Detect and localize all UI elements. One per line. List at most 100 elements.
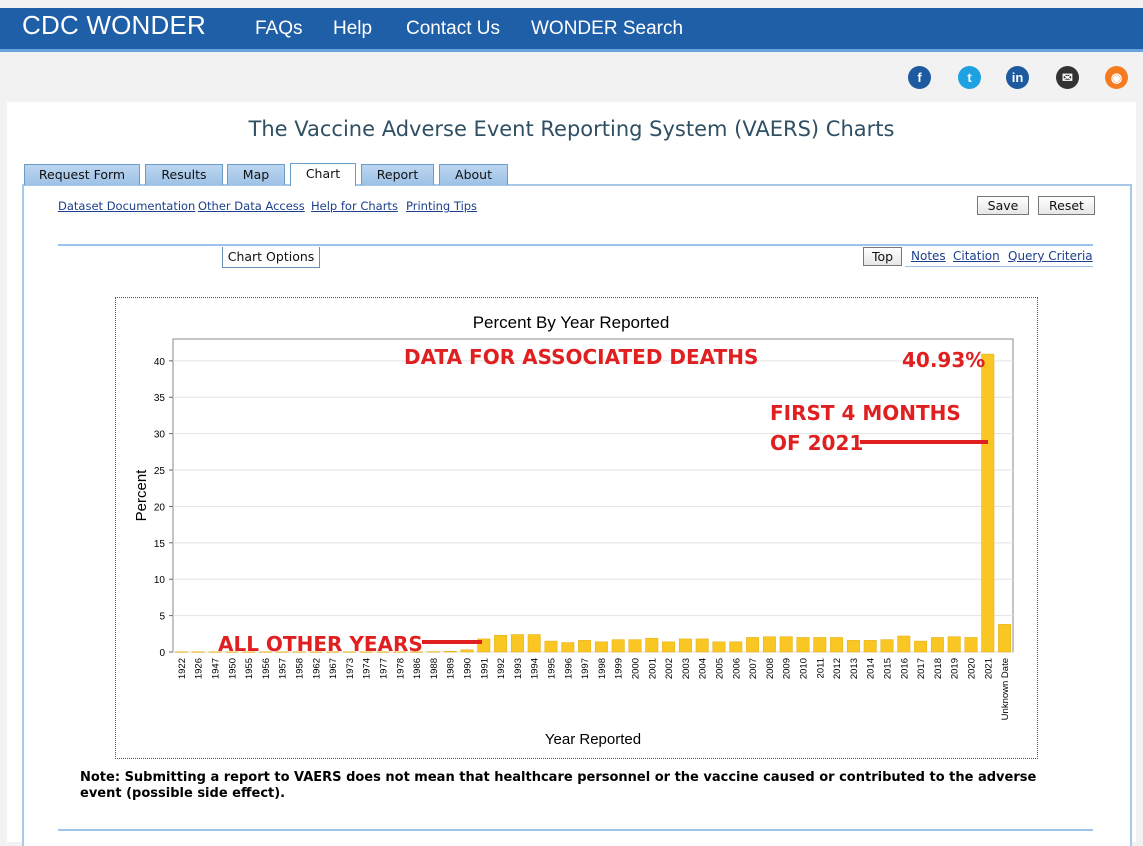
- bar: [174, 651, 188, 653]
- link-notes[interactable]: Notes: [911, 249, 946, 263]
- link-printing-tips[interactable]: Printing Tips: [406, 199, 477, 213]
- bar: [460, 649, 474, 653]
- tab-chart[interactable]: Chart: [290, 163, 356, 186]
- y-tick-label: 15: [154, 539, 166, 550]
- x-tick-label: 2001: [647, 658, 658, 679]
- x-tick-label: 1990: [463, 658, 474, 679]
- cdc-wonder-logo[interactable]: CDC WONDER: [22, 10, 206, 41]
- annotation-of-2021: OF 2021: [770, 431, 863, 455]
- x-tick-label: 2016: [899, 658, 910, 679]
- bar: [561, 642, 575, 653]
- x-tick-label: 1974: [362, 658, 373, 679]
- y-tick-label: 0: [159, 648, 165, 659]
- chart-container: Percent By Year Reported 0 5 10 15 20 25 30 35 40…: [115, 297, 1038, 759]
- link-query-criteria[interactable]: Query Criteria: [1008, 249, 1093, 263]
- annotation-all-other-years: ALL OTHER YEARS: [218, 632, 423, 656]
- annotation-2021-value: 40.93%: [902, 348, 985, 372]
- bar: [191, 651, 205, 653]
- x-tick-label: 1977: [379, 658, 390, 679]
- linkedin-icon[interactable]: in: [1006, 66, 1029, 89]
- y-tick-label: 35: [154, 393, 166, 404]
- bar: [510, 634, 524, 653]
- y-tick-label: 25: [154, 466, 166, 477]
- reset-button[interactable]: Reset: [1038, 196, 1095, 215]
- x-tick-label: 2014: [866, 658, 877, 679]
- x-tick-label: 1926: [194, 658, 205, 679]
- x-tick-label: 2004: [698, 658, 709, 679]
- x-tick-label: 1989: [446, 658, 457, 679]
- tab-report[interactable]: Report: [361, 164, 434, 185]
- x-tick-label: 1986: [412, 658, 423, 679]
- y-tick-label: 20: [154, 502, 166, 513]
- disclaimer-note: Note: Submitting a report to VAERS does …: [80, 770, 1037, 801]
- bar: [897, 635, 911, 653]
- x-tick-label: 2007: [748, 658, 759, 679]
- bar: [578, 640, 592, 653]
- bar: [611, 639, 625, 653]
- chart-options-button[interactable]: Chart Options: [222, 247, 320, 268]
- nav-contact-us[interactable]: Contact Us: [406, 18, 500, 40]
- bar: [494, 635, 508, 653]
- facebook-icon[interactable]: f: [908, 66, 931, 89]
- tab-request-form[interactable]: Request Form: [24, 164, 140, 185]
- tab-about[interactable]: About: [439, 164, 508, 185]
- bar: [813, 637, 827, 653]
- x-tick-label: 2002: [664, 658, 675, 679]
- tab-results[interactable]: Results: [145, 164, 223, 185]
- link-help-for-charts[interactable]: Help for Charts: [311, 199, 398, 213]
- link-other-data-access[interactable]: Other Data Access: [198, 199, 305, 213]
- nav-help[interactable]: Help: [333, 18, 372, 40]
- link-citation[interactable]: Citation: [953, 249, 1000, 263]
- x-tick-label: 2008: [765, 658, 776, 679]
- x-tick-label: 1957: [278, 658, 289, 679]
- x-tick-label: 2000: [631, 658, 642, 679]
- x-tick-label: 1995: [547, 658, 558, 679]
- bar: [762, 636, 776, 653]
- bar: [678, 638, 692, 653]
- bar: [527, 634, 541, 653]
- plot-area: [172, 338, 1014, 653]
- x-tick-label: 1994: [530, 658, 541, 679]
- nav-faqs[interactable]: FAQs: [255, 18, 303, 40]
- rss-icon[interactable]: ◉: [1105, 66, 1128, 89]
- x-tick-label: 1967: [328, 658, 339, 679]
- email-icon[interactable]: ✉: [1056, 66, 1079, 89]
- bar: [846, 640, 860, 653]
- y-tick-label: 40: [154, 357, 166, 368]
- x-tick-label: 1950: [227, 658, 238, 679]
- x-tick-label: 2011: [815, 658, 826, 678]
- tab-map[interactable]: Map: [227, 164, 285, 185]
- top-button[interactable]: Top: [863, 247, 902, 266]
- x-tick-label: 1991: [479, 658, 490, 679]
- bar: [880, 639, 894, 653]
- save-button[interactable]: Save: [977, 196, 1029, 215]
- bar: [830, 637, 844, 653]
- bar: [947, 636, 961, 653]
- x-tick-label: 2005: [715, 658, 726, 679]
- bar: [695, 638, 709, 653]
- x-tick-label: 1958: [295, 658, 306, 679]
- bar: [930, 637, 944, 653]
- bar: [544, 640, 558, 653]
- twitter-icon[interactable]: t: [958, 66, 981, 89]
- bar: [628, 639, 642, 653]
- nav-wonder-search[interactable]: WONDER Search: [531, 18, 683, 40]
- x-tick-label: 2003: [681, 658, 692, 679]
- chart-svg: Percent By Year Reported 0 5 10 15 20 25 30 35 40…: [133, 313, 1014, 748]
- x-tick-label: 1993: [513, 658, 524, 679]
- bar: [914, 640, 928, 653]
- bar: [662, 641, 676, 653]
- bar: [863, 640, 877, 653]
- bar: [443, 651, 457, 653]
- x-tick-label: 1999: [614, 658, 625, 679]
- link-dataset-documentation[interactable]: Dataset Documentation: [58, 199, 195, 213]
- bar: [964, 637, 978, 653]
- bar: [729, 641, 743, 653]
- x-tick-label: 1992: [496, 658, 507, 679]
- chart-title: Percent By Year Reported: [473, 313, 670, 332]
- x-tick-label: 2018: [933, 658, 944, 679]
- x-tick-label: Unknown Date: [1000, 658, 1011, 720]
- bar: [645, 637, 659, 653]
- x-tick-label: 1978: [395, 658, 406, 679]
- x-tick-label: 2021: [983, 658, 994, 679]
